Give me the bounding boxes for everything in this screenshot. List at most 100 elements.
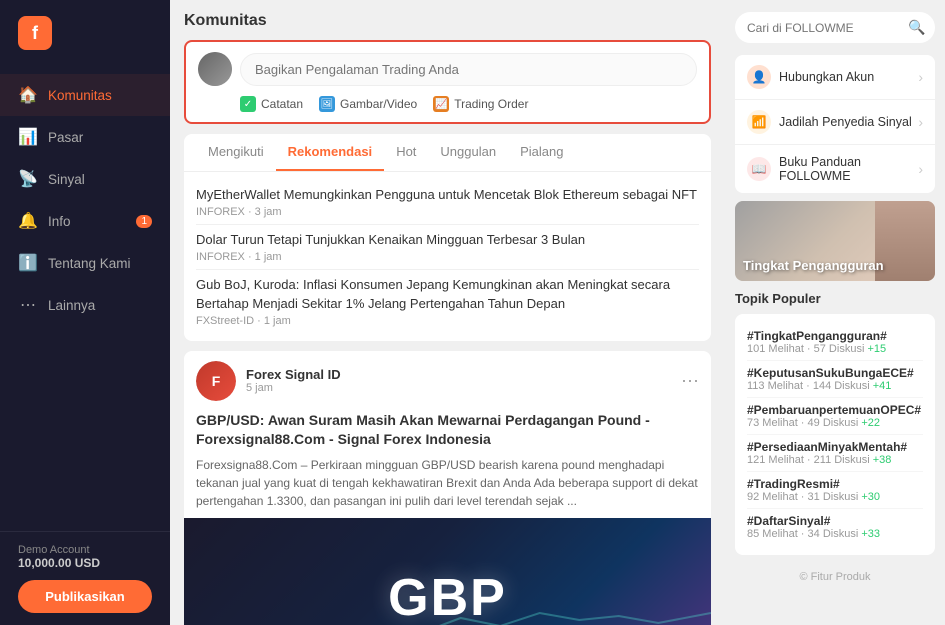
content-card: MengikutiRekomendasiHotUnggulanPialang M… bbox=[184, 134, 711, 341]
cta-arrow-hubungkan: › bbox=[918, 69, 923, 85]
search-box: 🔍 bbox=[735, 12, 935, 43]
topic-name: #KeputusanSukuBungaECE# bbox=[747, 366, 923, 380]
sidebar-item-komunitas[interactable]: 🏠 Komunitas bbox=[0, 74, 170, 116]
cta-arrow-buku: › bbox=[918, 161, 923, 177]
news-item[interactable]: Gub BoJ, Kuroda: Inflasi Konsumen Jepang… bbox=[196, 270, 699, 332]
sidebar-item-pasar[interactable]: 📊 Pasar bbox=[0, 116, 170, 158]
user-avatar bbox=[198, 52, 232, 86]
cta-label-buku: Buku Panduan FOLLOWME bbox=[779, 155, 918, 183]
topic-name: #TradingResmi# bbox=[747, 477, 923, 491]
cta-item-penyedia[interactable]: 📶 Jadilah Penyedia Sinyal › bbox=[735, 100, 935, 145]
news-title: Gub BoJ, Kuroda: Inflasi Konsumen Jepang… bbox=[196, 276, 699, 312]
topic-stats: 121 Melihat · 211 Diskusi +38 bbox=[747, 454, 923, 466]
sidebar-item-tentang[interactable]: ℹ️ Tentang Kami bbox=[0, 242, 170, 284]
sinyal-icon: 📡 bbox=[18, 169, 38, 189]
account-value: 10,000.00 USD bbox=[18, 556, 152, 570]
topic-name: #PembaruanpertemuanOPEC# bbox=[747, 403, 923, 417]
cta-icon-hubungkan: 👤 bbox=[747, 65, 771, 89]
post-actions: ✓ Catatan 🖼 Gambar/Video 📈 Trading Order bbox=[198, 96, 697, 112]
right-sidebar: 🔍 👤 Hubungkan Akun ›📶 Jadilah Penyedia S… bbox=[725, 0, 945, 625]
account-section: Demo Account 10,000.00 USD Publikasikan bbox=[0, 531, 170, 625]
post-more-button[interactable]: ··· bbox=[681, 370, 699, 391]
nav-label-komunitas: Komunitas bbox=[48, 88, 112, 103]
sidebar-item-lainnya[interactable]: ⋯ Lainnya bbox=[0, 284, 170, 326]
post-card: F Forex Signal ID 5 jam ··· GBP/USD: Awa… bbox=[184, 351, 711, 625]
topic-item[interactable]: #TradingResmi# 92 Melihat · 31 Diskusi +… bbox=[747, 472, 923, 509]
banner-text: Tingkat Pengangguran bbox=[735, 250, 892, 281]
cta-label-hubungkan: Hubungkan Akun bbox=[779, 70, 918, 84]
badge-info: 1 bbox=[136, 215, 152, 228]
logo-icon: f bbox=[18, 16, 52, 50]
pasar-icon: 📊 bbox=[18, 127, 38, 147]
news-source: INFOREX · 1 jam bbox=[196, 251, 699, 263]
sidebar-item-info[interactable]: 🔔 Info 1 bbox=[0, 200, 170, 242]
post-avatar: F bbox=[196, 361, 236, 401]
logo: f bbox=[0, 0, 170, 66]
post-meta: Forex Signal ID 5 jam bbox=[246, 367, 671, 394]
topic-name: #TingkatPengangguran# bbox=[747, 329, 923, 343]
topic-item[interactable]: #PembaruanpertemuanOPEC# 73 Melihat · 49… bbox=[747, 398, 923, 435]
topic-item[interactable]: #PersediaanMinyakMentah# 121 Melihat · 2… bbox=[747, 435, 923, 472]
post-input[interactable] bbox=[240, 53, 697, 86]
account-label: Demo Account bbox=[18, 544, 152, 556]
news-list: MyEtherWallet Memungkinkan Pengguna untu… bbox=[184, 172, 711, 341]
tab-rekomendasi[interactable]: Rekomendasi bbox=[276, 134, 385, 171]
nav-label-pasar: Pasar bbox=[48, 130, 83, 145]
post-header: F Forex Signal ID 5 jam ··· bbox=[184, 351, 711, 411]
topic-stats: 73 Melihat · 49 Diskusi +22 bbox=[747, 417, 923, 429]
avatar-image bbox=[198, 52, 232, 86]
post-avatar-image: F bbox=[196, 361, 236, 401]
tab-pialang[interactable]: Pialang bbox=[508, 134, 575, 171]
sidebar-item-sinyal[interactable]: 📡 Sinyal bbox=[0, 158, 170, 200]
gambar-button[interactable]: 🖼 Gambar/Video bbox=[319, 96, 417, 112]
banner-image: Tingkat Pengangguran bbox=[735, 201, 935, 281]
info-icon: 🔔 bbox=[18, 211, 38, 231]
post-time: 5 jam bbox=[246, 382, 671, 394]
tab-hot[interactable]: Hot bbox=[384, 134, 428, 171]
publish-button[interactable]: Publikasikan bbox=[18, 580, 152, 613]
cta-arrow-penyedia: › bbox=[918, 114, 923, 130]
nav-label-sinyal: Sinyal bbox=[48, 172, 85, 187]
search-icon: 🔍 bbox=[908, 19, 925, 36]
nav-label-lainnya: Lainnya bbox=[48, 298, 95, 313]
main-content: Komunitas ✓ Catatan 🖼 Gambar/Video 📈 Tra… bbox=[170, 0, 725, 625]
catatan-icon: ✓ bbox=[240, 96, 256, 112]
tab-mengikuti[interactable]: Mengikuti bbox=[196, 134, 276, 171]
nav-label-info: Info bbox=[48, 214, 71, 229]
cta-item-buku[interactable]: 📖 Buku Panduan FOLLOWME › bbox=[735, 145, 935, 193]
tab-unggulan[interactable]: Unggulan bbox=[428, 134, 508, 171]
lainnya-icon: ⋯ bbox=[18, 295, 38, 315]
topic-item[interactable]: #KeputusanSukuBungaECE# 113 Melihat · 14… bbox=[747, 361, 923, 398]
post-author: Forex Signal ID bbox=[246, 367, 671, 382]
trading-button[interactable]: 📈 Trading Order bbox=[433, 96, 528, 112]
topics-card: #TingkatPengangguran# 101 Melihat · 57 D… bbox=[735, 314, 935, 555]
topic-item[interactable]: #DaftarSinyal# 85 Melihat · 34 Diskusi +… bbox=[747, 509, 923, 545]
cta-card: 👤 Hubungkan Akun ›📶 Jadilah Penyedia Sin… bbox=[735, 55, 935, 193]
catatan-button[interactable]: ✓ Catatan bbox=[240, 96, 303, 112]
post-title: GBP/USD: Awan Suram Masih Akan Mewarnai … bbox=[184, 411, 711, 456]
post-input-row bbox=[198, 52, 697, 86]
trading-icon: 📈 bbox=[433, 96, 449, 112]
news-title: MyEtherWallet Memungkinkan Pengguna untu… bbox=[196, 186, 699, 204]
news-source: FXStreet-ID · 1 jam bbox=[196, 315, 699, 327]
topic-item[interactable]: #TingkatPengangguran# 101 Melihat · 57 D… bbox=[747, 324, 923, 361]
nav-label-tentang: Tentang Kami bbox=[48, 256, 131, 271]
post-box: ✓ Catatan 🖼 Gambar/Video 📈 Trading Order bbox=[184, 40, 711, 124]
news-item[interactable]: MyEtherWallet Memungkinkan Pengguna untu… bbox=[196, 180, 699, 225]
topic-stats: 92 Melihat · 31 Diskusi +30 bbox=[747, 491, 923, 503]
bottom-text: © Fitur Produk bbox=[799, 571, 870, 583]
topic-stats: 85 Melihat · 34 Diskusi +33 bbox=[747, 528, 923, 540]
main-nav: 🏠 Komunitas 📊 Pasar 📡 Sinyal 🔔 Info 1ℹ️ … bbox=[0, 66, 170, 531]
news-item[interactable]: Dolar Turun Tetapi Tunjukkan Kenaikan Mi… bbox=[196, 225, 699, 270]
cta-icon-buku: 📖 bbox=[747, 157, 771, 181]
sidebar: f 🏠 Komunitas 📊 Pasar 📡 Sinyal 🔔 Info 1ℹ… bbox=[0, 0, 170, 625]
bottom-bar: © Fitur Produk bbox=[735, 563, 935, 591]
topic-stats: 101 Melihat · 57 Diskusi +15 bbox=[747, 343, 923, 355]
news-source: INFOREX · 3 jam bbox=[196, 206, 699, 218]
tentang-icon: ℹ️ bbox=[18, 253, 38, 273]
cta-item-hubungkan[interactable]: 👤 Hubungkan Akun › bbox=[735, 55, 935, 100]
topic-stats: 113 Melihat · 144 Diskusi +41 bbox=[747, 380, 923, 392]
komunitas-icon: 🏠 bbox=[18, 85, 38, 105]
topic-name: #PersediaanMinyakMentah# bbox=[747, 440, 923, 454]
search-input[interactable] bbox=[747, 21, 902, 35]
